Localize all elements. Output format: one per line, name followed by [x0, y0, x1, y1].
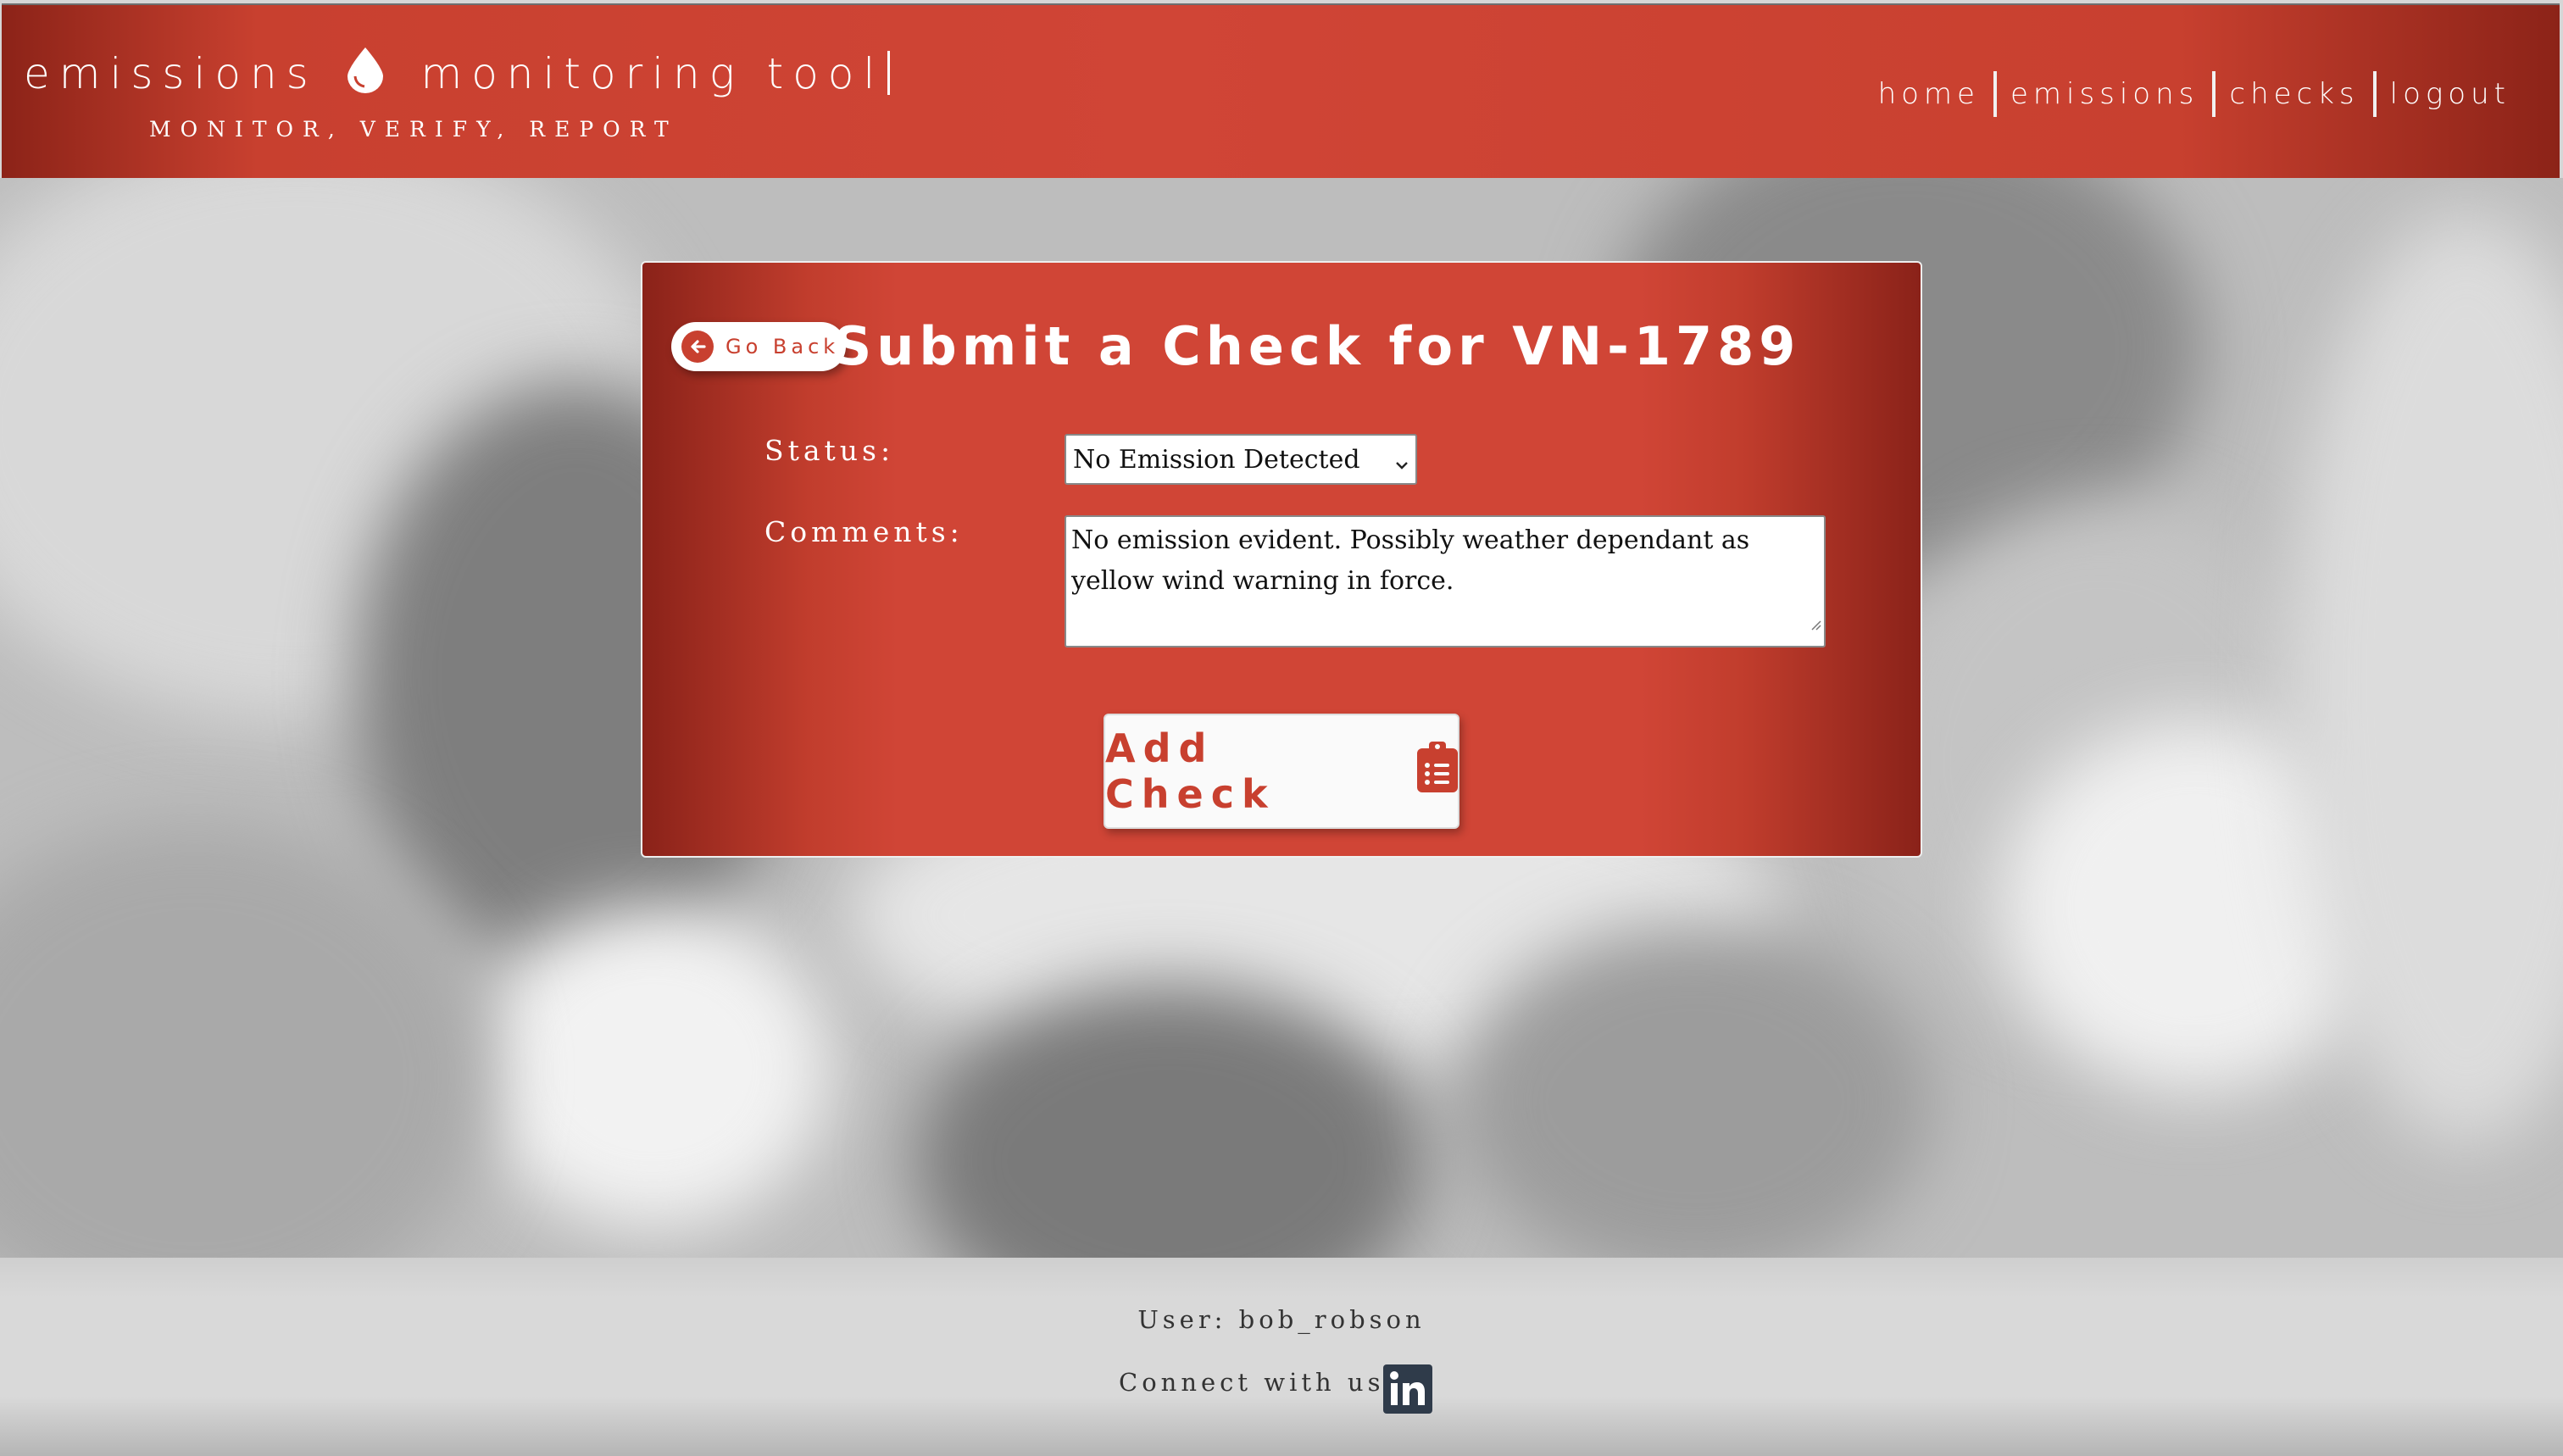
tagline: MONITOR, VERIFY, REPORT: [149, 117, 678, 142]
check-form-card: Go Back Submit a Check for VN-1789 Statu…: [641, 261, 1922, 858]
chevron-down-icon: [1393, 451, 1410, 481]
resize-grip-icon[interactable]: [1808, 603, 1821, 643]
droplet-icon: [347, 47, 383, 103]
brand-left: emissions: [24, 49, 318, 98]
add-check-button[interactable]: Add Check: [1104, 714, 1459, 829]
comments-text: No emission evident. Possibly weather de…: [1071, 525, 1750, 596]
connect-label: Connect with us:: [1119, 1368, 1398, 1397]
status-label: Status:: [764, 434, 895, 467]
main-nav: home emissions checks logout: [1865, 71, 2524, 117]
comments-label: Comments:: [764, 515, 964, 548]
site-footer: User: bob_robson Connect with us:: [0, 1258, 2563, 1456]
comments-textarea[interactable]: No emission evident. Possibly weather de…: [1065, 515, 1826, 647]
current-user: User: bob_robson: [1137, 1305, 1426, 1334]
linkedin-icon[interactable]: [1383, 1364, 1432, 1414]
status-selected-value: No Emission Detected: [1073, 444, 1360, 475]
nav-logout[interactable]: logout: [2377, 77, 2524, 111]
brand-title[interactable]: emissions monitoring tool: [24, 47, 891, 103]
site-header: emissions monitoring tool MONITOR, VERIF…: [2, 3, 2560, 178]
nav-emissions[interactable]: emissions: [1997, 77, 2212, 111]
clipboard-list-icon: [1417, 741, 1458, 802]
brand-right: monitoring tool: [420, 49, 885, 98]
status-select[interactable]: No Emission Detected: [1065, 434, 1417, 485]
nav-checks[interactable]: checks: [2216, 77, 2372, 111]
nav-home[interactable]: home: [1865, 77, 1993, 111]
add-check-label: Add Check: [1105, 725, 1276, 817]
page-title: Submit a Check for VN-1789: [833, 315, 1801, 377]
text-cursor: [887, 51, 891, 95]
